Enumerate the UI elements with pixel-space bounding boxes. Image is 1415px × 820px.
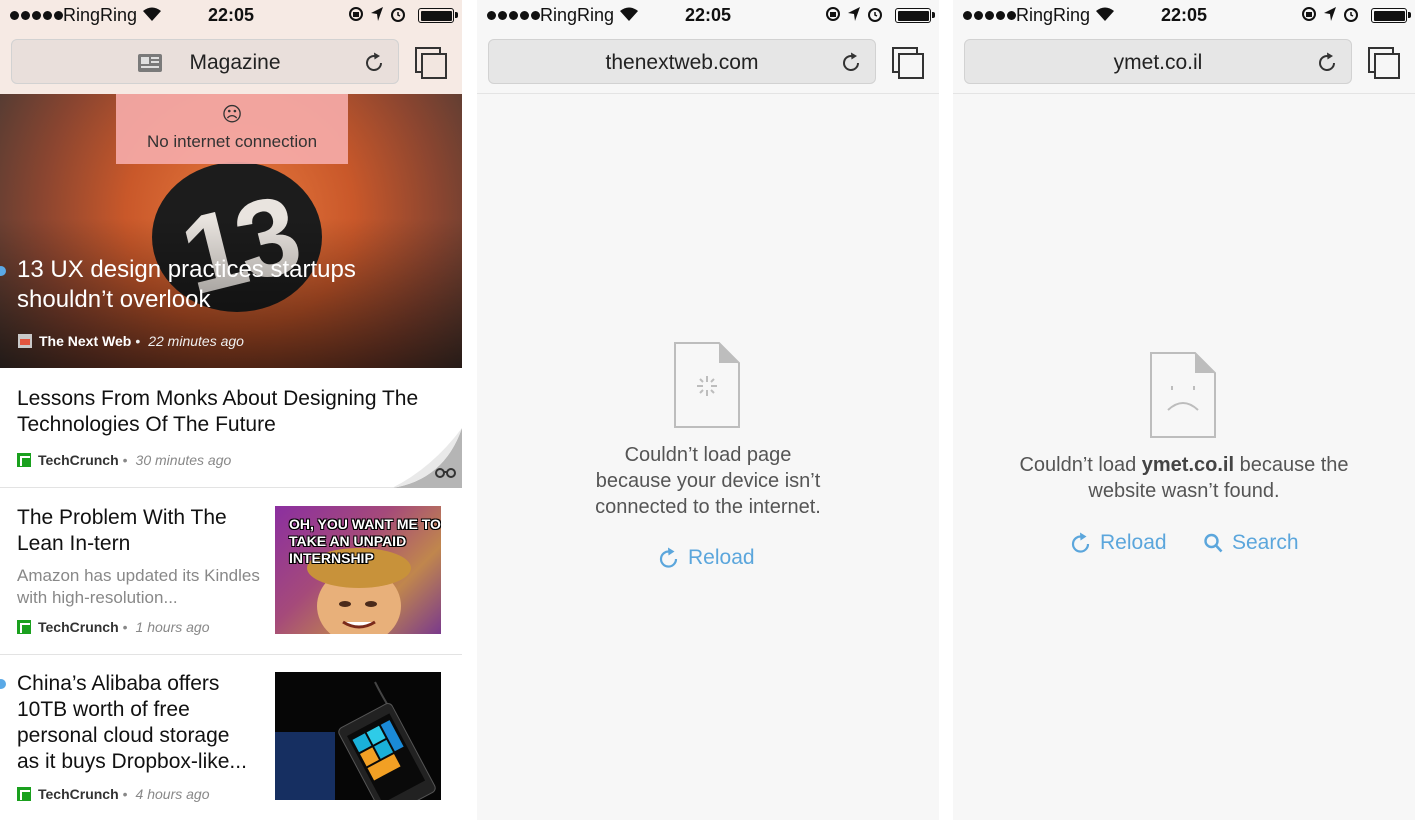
status-bar: RingRing 22:05 xyxy=(0,0,462,30)
reload-button[interactable]: Reload xyxy=(659,546,755,570)
alarm-icon xyxy=(391,8,405,22)
rotation-lock-icon xyxy=(349,7,363,21)
address-bar[interactable]: ymet.co.il xyxy=(964,39,1352,84)
featured-source: The Next Web xyxy=(39,333,132,349)
document-error-icon xyxy=(1150,352,1216,438)
reload-label: Reload xyxy=(1100,531,1167,554)
address-text: thenextweb.com xyxy=(605,51,759,74)
not-found-error-screen: RingRing 22:05 ymet.co.il Couldn’t load … xyxy=(953,0,1415,820)
alarm-icon xyxy=(1344,8,1358,22)
page-curl-read-later[interactable] xyxy=(382,428,462,488)
techcrunch-icon xyxy=(17,620,31,634)
article-title: The Problem With The Lean In-tern xyxy=(17,506,227,555)
article-meta: TechCrunch • 1 hours ago xyxy=(17,619,210,635)
article-row[interactable]: The Problem With The Lean In-tern Amazon… xyxy=(0,488,462,655)
sad-face-icon: ☹ xyxy=(221,104,243,126)
status-bar: RingRing 22:05 xyxy=(953,0,1415,30)
reload-icon[interactable] xyxy=(362,51,386,75)
reload-icon[interactable] xyxy=(839,51,863,75)
reload-icon[interactable] xyxy=(1315,51,1339,75)
techcrunch-icon xyxy=(17,787,31,801)
tabs-icon[interactable] xyxy=(1368,47,1400,79)
article-meta: TechCrunch • 4 hours ago xyxy=(17,786,210,802)
error-message: Couldn’t load page because your device i… xyxy=(595,444,821,518)
location-arrow-icon xyxy=(371,7,383,21)
no-connection-text: No internet connection xyxy=(146,132,318,151)
document-loading-icon xyxy=(674,342,740,428)
address-text: ymet.co.il xyxy=(1113,51,1203,74)
article-thumbnail-meme: OH, YOU WANT ME TO TAKE AN UNPAID INTERN… xyxy=(275,506,441,634)
featured-time: 22 minutes ago xyxy=(148,333,244,349)
article-meta: TechCrunch • 30 minutes ago xyxy=(17,452,231,468)
battery-icon xyxy=(418,8,458,23)
search-icon xyxy=(1204,533,1223,553)
offline-error-screen: RingRing 22:05 thenextweb.com Couldn’t l… xyxy=(477,0,939,820)
search-button[interactable]: Search xyxy=(1203,531,1299,555)
address-bar[interactable]: Magazine xyxy=(11,39,399,84)
unread-dot xyxy=(0,679,6,689)
techcrunch-icon xyxy=(17,453,31,467)
location-arrow-icon xyxy=(848,7,860,21)
reload-button[interactable]: Reload xyxy=(1071,531,1167,555)
thumbnail-caption: OH, YOU WANT ME TO TAKE AN UNPAID INTERN… xyxy=(289,516,441,566)
address-text: Magazine xyxy=(189,51,281,74)
magazine-screen: 13 ☹ No internet connection 13 UX design… xyxy=(0,0,462,820)
error-message: Couldn’t load ymet.co.il because the web… xyxy=(1019,454,1349,502)
battery-icon xyxy=(895,8,935,23)
browser-toolbar: thenextweb.com xyxy=(477,30,939,94)
featured-article-meta: The Next Web • 22 minutes ago xyxy=(18,333,244,349)
location-arrow-icon xyxy=(1324,7,1336,21)
the-next-web-icon xyxy=(18,334,32,348)
tabs-icon[interactable] xyxy=(415,47,447,79)
alarm-icon xyxy=(868,8,882,22)
article-title: China’s Alibaba offers 10TB worth of fre… xyxy=(17,672,247,773)
browser-toolbar: ymet.co.il xyxy=(953,30,1415,94)
no-connection-banner: ☹ No internet connection xyxy=(116,94,348,164)
article-row[interactable]: Lessons From Monks About Designing The T… xyxy=(0,368,462,488)
article-title: Lessons From Monks About Designing The T… xyxy=(17,387,419,436)
article-thumbnail-phone xyxy=(275,672,441,800)
address-bar[interactable]: thenextweb.com xyxy=(488,39,876,84)
article-description: Amazon has updated its Kindles with high… xyxy=(17,566,260,607)
reload-label: Reload xyxy=(688,546,755,569)
rotation-lock-icon xyxy=(826,7,840,21)
search-label: Search xyxy=(1232,531,1299,554)
browser-toolbar: Magazine xyxy=(0,30,462,94)
featured-article-title[interactable]: 13 UX design practices startups shouldn’… xyxy=(17,255,437,315)
status-bar: RingRing 22:05 xyxy=(477,0,939,30)
rotation-lock-icon xyxy=(1302,7,1316,21)
battery-icon xyxy=(1371,8,1411,23)
article-row[interactable]: China’s Alibaba offers 10TB worth of fre… xyxy=(0,655,462,820)
reload-icon xyxy=(1071,532,1090,553)
tabs-icon[interactable] xyxy=(892,47,924,79)
error-domain: ymet.co.il xyxy=(1141,454,1235,476)
reload-icon xyxy=(659,547,678,568)
